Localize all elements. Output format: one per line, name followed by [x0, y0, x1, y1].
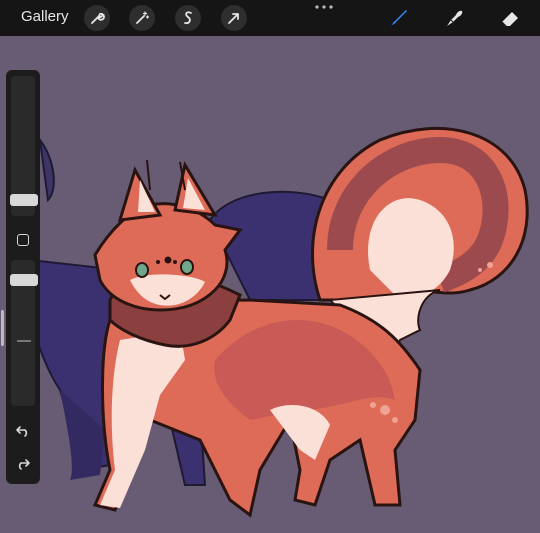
brush-size-slider[interactable]: [10, 76, 38, 216]
selection-icon[interactable]: [175, 5, 201, 31]
sidebar-drag-handle[interactable]: [1, 310, 4, 346]
illustration-fox-creature: [26, 127, 529, 518]
brush-sidebar: [6, 70, 40, 484]
more-options-icon[interactable]: [314, 3, 334, 11]
transform-arrow-icon[interactable]: [221, 5, 247, 31]
opacity-indicator: [17, 340, 31, 342]
wrench-icon[interactable]: [84, 5, 110, 31]
eraser-icon[interactable]: [496, 5, 524, 31]
undo-icon[interactable]: [15, 422, 31, 438]
brush-size-thumb[interactable]: [10, 194, 38, 206]
opacity-slider[interactable]: [10, 260, 38, 406]
brush-icon[interactable]: [385, 5, 413, 31]
drawing-canvas[interactable]: [0, 36, 540, 533]
modifier-square-icon[interactable]: [17, 234, 29, 246]
smudge-icon[interactable]: [440, 5, 468, 31]
top-toolbar: Gallery: [0, 0, 540, 36]
redo-icon[interactable]: [15, 455, 31, 471]
gallery-button[interactable]: Gallery: [21, 8, 69, 25]
opacity-thumb[interactable]: [10, 274, 38, 286]
magic-wand-icon[interactable]: [129, 5, 155, 31]
